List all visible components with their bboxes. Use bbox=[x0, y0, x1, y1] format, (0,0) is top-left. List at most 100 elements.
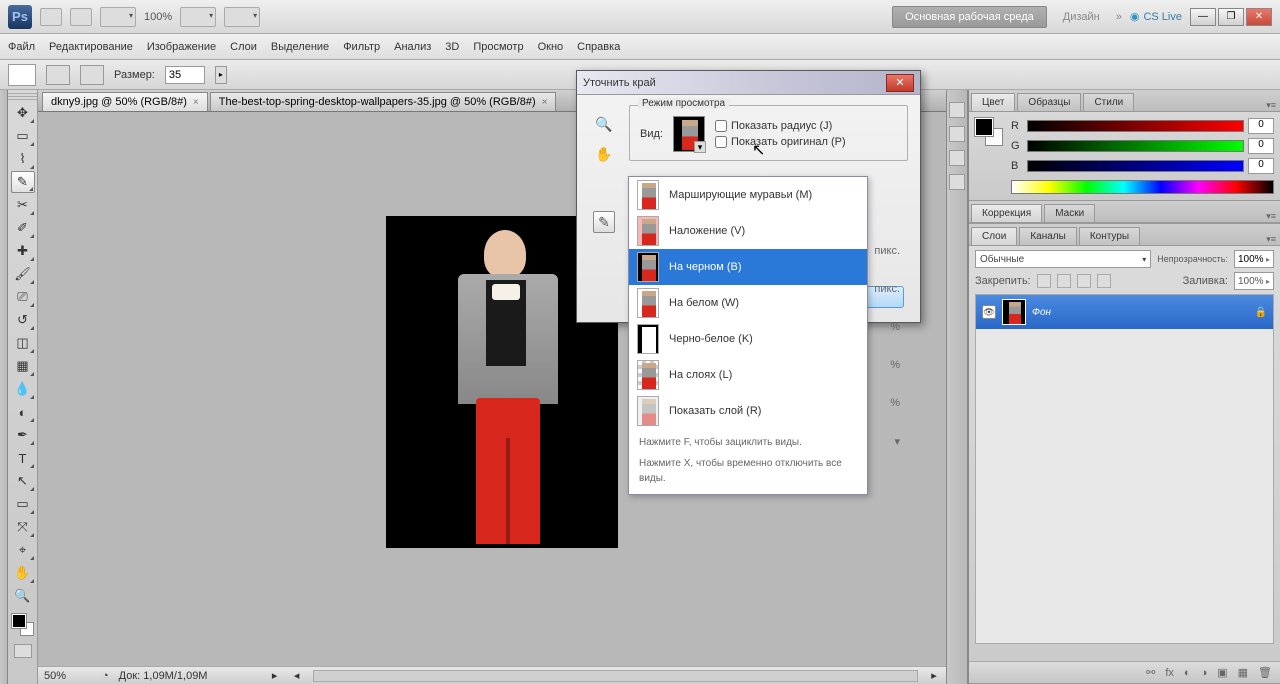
menu-item[interactable]: Выделение bbox=[271, 41, 329, 53]
menu-item[interactable]: Анализ bbox=[394, 41, 431, 53]
quick-mask-toggle[interactable] bbox=[14, 644, 32, 658]
panel-menu-icon[interactable]: ▾≡ bbox=[1266, 234, 1276, 245]
tab-masks[interactable]: Маски bbox=[1044, 204, 1095, 222]
eyedropper-tool[interactable]: ✐ bbox=[11, 217, 35, 239]
new-group-icon[interactable]: ▣ bbox=[1217, 666, 1227, 679]
right-dock-strip[interactable] bbox=[946, 90, 968, 684]
brush-tool[interactable]: 🖌 bbox=[11, 263, 35, 285]
zoom-tool[interactable]: 🔍 bbox=[11, 585, 35, 607]
new-layer-icon[interactable]: ▦ bbox=[1238, 666, 1248, 679]
history-brush-tool[interactable]: ↺ bbox=[11, 309, 35, 331]
blend-mode-select[interactable]: Обычные bbox=[975, 250, 1151, 268]
3d-tool[interactable]: ⤧ bbox=[11, 516, 35, 538]
close-button[interactable]: ✕ bbox=[1246, 8, 1272, 26]
healing-tool[interactable]: ✚ bbox=[11, 240, 35, 262]
stamp-tool[interactable]: ⎚ bbox=[11, 286, 35, 308]
marquee-tool[interactable]: ▭ bbox=[11, 125, 35, 147]
fill-input[interactable]: 100% bbox=[1234, 272, 1274, 290]
hscroll-right[interactable]: ▸ bbox=[928, 669, 940, 682]
blur-tool[interactable]: 💧 bbox=[11, 378, 35, 400]
layer-row[interactable]: 👁 Фон 🔒 bbox=[976, 295, 1273, 329]
dock-icon[interactable] bbox=[949, 126, 965, 142]
g-value[interactable]: 0 bbox=[1248, 138, 1274, 154]
brush-size-input[interactable] bbox=[165, 66, 205, 84]
minibridge-icon[interactable] bbox=[70, 8, 92, 26]
lock-all-icon[interactable] bbox=[1097, 274, 1111, 288]
layer-mask-icon[interactable]: ◐ bbox=[1184, 667, 1191, 679]
tab-swatches[interactable]: Образцы bbox=[1017, 93, 1081, 111]
quick-select-tool[interactable]: ✎ bbox=[11, 171, 35, 193]
menu-item[interactable]: Фильтр bbox=[343, 41, 380, 53]
crop-tool[interactable]: ✂ bbox=[11, 194, 35, 216]
brush-preview-alt[interactable] bbox=[80, 65, 104, 85]
pen-tool[interactable]: ✒ bbox=[11, 424, 35, 446]
panel-menu-icon[interactable]: ▾≡ bbox=[1266, 211, 1276, 222]
adjustment-layer-icon[interactable]: ◑ bbox=[1201, 667, 1208, 679]
r-value[interactable]: 0 bbox=[1248, 118, 1274, 134]
layer-name[interactable]: Фон bbox=[1032, 307, 1249, 318]
status-doc-size[interactable]: Док: 1,09M/1,09M bbox=[119, 670, 259, 682]
link-layers-icon[interactable]: ⚯ bbox=[1146, 666, 1155, 679]
menu-item[interactable]: Справка bbox=[577, 41, 620, 53]
opacity-input[interactable]: 100% bbox=[1234, 250, 1274, 268]
menu-item[interactable]: Окно bbox=[538, 41, 564, 53]
bridge-icon[interactable] bbox=[40, 8, 62, 26]
g-slider[interactable] bbox=[1027, 140, 1244, 152]
tab-color[interactable]: Цвет bbox=[971, 93, 1015, 111]
size-arrow-button[interactable]: ▸ bbox=[215, 66, 227, 84]
dodge-tool[interactable]: ◐ bbox=[11, 401, 35, 423]
tab-paths[interactable]: Контуры bbox=[1079, 227, 1140, 245]
eraser-tool[interactable]: ◫ bbox=[11, 332, 35, 354]
maximize-button[interactable]: ❐ bbox=[1218, 8, 1244, 26]
status-icon[interactable]: ◔ bbox=[102, 670, 109, 682]
lock-transparency-icon[interactable] bbox=[1037, 274, 1051, 288]
dialog-hand-tool-icon[interactable]: ✋ bbox=[593, 143, 615, 165]
view-mode-option[interactable]: На черном (B) bbox=[629, 249, 867, 285]
left-dock-strip[interactable] bbox=[0, 90, 8, 684]
menu-item[interactable]: Просмотр bbox=[473, 41, 523, 53]
layer-thumbnail[interactable] bbox=[1002, 299, 1026, 325]
dock-icon[interactable] bbox=[949, 150, 965, 166]
dialog-close-button[interactable]: ✕ bbox=[886, 74, 914, 92]
screen-mode-dropdown[interactable] bbox=[224, 7, 260, 27]
menu-item[interactable]: Слои bbox=[230, 41, 257, 53]
lasso-tool[interactable]: ⌇ bbox=[11, 148, 35, 170]
view-mode-option[interactable]: Наложение (V) bbox=[629, 213, 867, 249]
toolbox-handle[interactable] bbox=[8, 92, 37, 100]
dialog-title-bar[interactable]: Уточнить край ✕ bbox=[577, 71, 920, 95]
lock-position-icon[interactable] bbox=[1077, 274, 1091, 288]
color-panel-swatch[interactable] bbox=[975, 118, 1003, 146]
view-mode-dropdown[interactable] bbox=[673, 116, 705, 152]
path-select-tool[interactable]: ↖ bbox=[11, 470, 35, 492]
tab-channels[interactable]: Каналы bbox=[1019, 227, 1077, 245]
document-tab[interactable]: The-best-top-spring-desktop-wallpapers-3… bbox=[210, 92, 557, 111]
dialog-zoom-tool-icon[interactable]: 🔍 bbox=[593, 113, 615, 135]
minimize-button[interactable]: — bbox=[1190, 8, 1216, 26]
design-workspace-button[interactable]: Дизайн bbox=[1055, 7, 1108, 27]
type-tool[interactable]: T bbox=[11, 447, 35, 469]
hscroll-left[interactable]: ◂ bbox=[291, 669, 303, 682]
document-tab[interactable]: dkny9.jpg @ 50% (RGB/8#)× bbox=[42, 92, 208, 111]
menu-item[interactable]: Изображение bbox=[147, 41, 216, 53]
dock-icon[interactable] bbox=[949, 102, 965, 118]
menu-item[interactable]: 3D bbox=[445, 41, 459, 53]
view-mode-option[interactable]: Марширующие муравьи (M) bbox=[629, 177, 867, 213]
close-tab-icon[interactable]: × bbox=[193, 97, 199, 108]
gradient-tool[interactable]: ▦ bbox=[11, 355, 35, 377]
tab-styles[interactable]: Стили bbox=[1083, 93, 1134, 111]
3d-camera-tool[interactable]: ⌖ bbox=[11, 539, 35, 561]
tab-layers[interactable]: Слои bbox=[971, 227, 1017, 245]
view-mode-option[interactable]: На белом (W) bbox=[629, 285, 867, 321]
color-spectrum[interactable] bbox=[1011, 180, 1274, 194]
view-mode-option[interactable]: Черно-белое (K) bbox=[629, 321, 867, 357]
delete-layer-icon[interactable]: 🗑 bbox=[1258, 666, 1272, 679]
cslive-button[interactable]: CS Live bbox=[1130, 10, 1182, 23]
layer-fx-icon[interactable]: fx bbox=[1165, 667, 1174, 679]
r-slider[interactable] bbox=[1027, 120, 1244, 132]
dock-icon[interactable] bbox=[949, 174, 965, 190]
layer-list[interactable]: 👁 Фон 🔒 bbox=[975, 294, 1274, 644]
hand-tool[interactable]: ✋ bbox=[11, 562, 35, 584]
panel-menu-icon[interactable]: ▾≡ bbox=[1266, 100, 1276, 111]
workspace-more-icon[interactable]: » bbox=[1116, 11, 1122, 23]
horizontal-scrollbar[interactable] bbox=[313, 670, 918, 682]
